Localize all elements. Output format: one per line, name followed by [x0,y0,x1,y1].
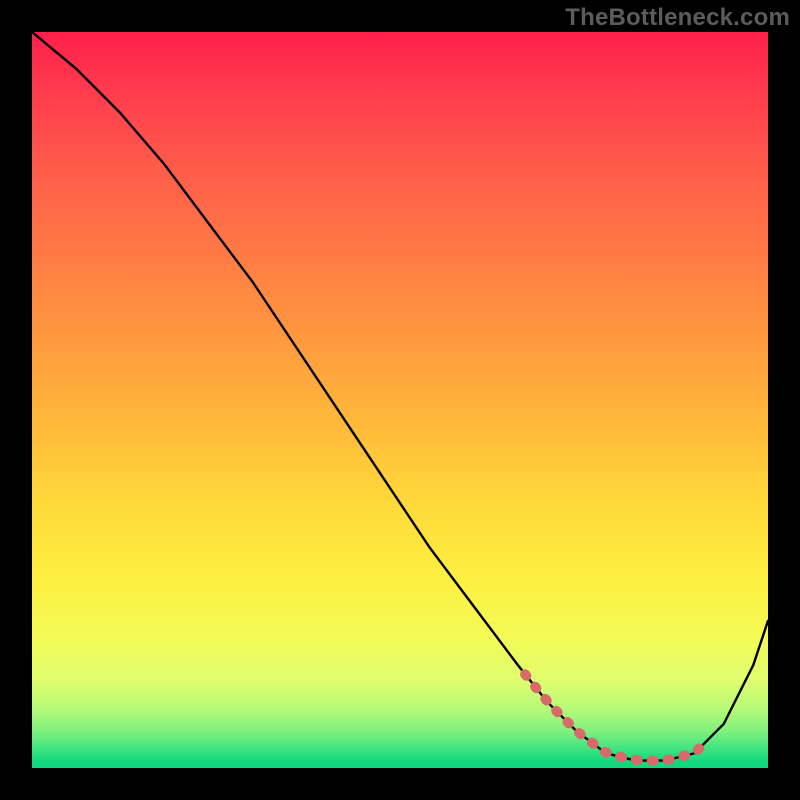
watermark-text: TheBottleneck.com [565,4,790,32]
curve-layer [32,32,768,768]
chart-frame: TheBottleneck.com [0,0,800,800]
optimal-range-highlight [525,674,709,760]
bottleneck-curve [32,32,768,761]
plot-area [32,32,768,768]
